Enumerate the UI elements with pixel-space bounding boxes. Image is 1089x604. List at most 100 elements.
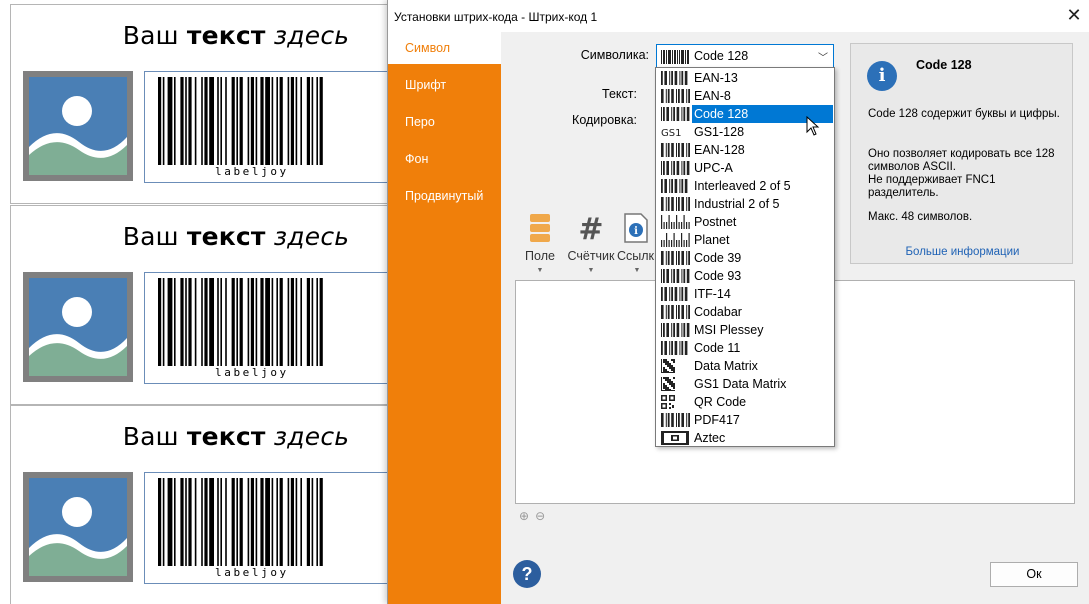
ok-button[interactable]: Ок	[990, 562, 1078, 587]
dropdown-option[interactable]: Code 93	[657, 267, 833, 285]
dropdown-option[interactable]: Data Matrix	[657, 357, 833, 375]
label-title-plain: Ваш	[122, 422, 179, 451]
dropdown-option[interactable]: Interleaved 2 of 5	[657, 177, 833, 195]
dropdown-option-label: MSI Plessey	[694, 323, 764, 337]
text-label: Текст:	[602, 87, 637, 101]
counter-tool-button[interactable]: # Счётчик ▼	[566, 207, 616, 277]
dropdown-option-label: Aztec	[694, 431, 726, 445]
sidebar-item-1[interactable]: Шрифт	[388, 69, 501, 101]
dropdown-option[interactable]: EAN-13	[657, 69, 833, 87]
label-title-plain: Ваш	[122, 21, 179, 50]
help-button[interactable]: ?	[513, 560, 541, 588]
svg-text:i: i	[634, 226, 638, 237]
barcode-type-icon	[661, 287, 688, 301]
dropdown-option-label: ITF-14	[694, 287, 731, 301]
dropdown-option[interactable]: MSI Plessey	[657, 321, 833, 339]
symbology-label: Символика:	[580, 48, 649, 62]
sidebar-item-4[interactable]: Продвинутый	[388, 180, 501, 212]
barcode-type-icon	[661, 215, 690, 229]
dropdown-option[interactable]: QR Code	[657, 393, 833, 411]
more-info-link[interactable]: Больше информации	[851, 246, 1074, 258]
dropdown-option[interactable]: Code 39	[657, 249, 833, 267]
dropdown-option-label: Code 93	[694, 269, 742, 283]
info-title: Code 128	[916, 58, 972, 72]
dropdown-option-label: PDF417	[694, 413, 740, 427]
barcode-type-icon	[661, 377, 675, 391]
close-button[interactable]: ✕	[1062, 5, 1086, 29]
dropdown-option[interactable]: Code 11	[657, 339, 833, 357]
info-ascii-note: Оно позволяет кодировать все 128 символо…	[868, 148, 1055, 199]
hash-icon: #	[578, 212, 603, 244]
barcode-image: labeljoy	[144, 472, 389, 584]
image-placeholder-icon	[23, 272, 133, 382]
symbology-value: Code 128	[694, 49, 749, 63]
chevron-down-icon: ﹀	[818, 53, 828, 64]
dropdown-option-label: Codabar	[694, 305, 742, 319]
dropdown-option-label: Industrial 2 of 5	[694, 197, 780, 211]
label-title: Ваш текст здесь	[11, 21, 389, 50]
barcode-type-icon	[661, 143, 690, 157]
label-title-bold: текст	[186, 422, 266, 451]
dropdown-option[interactable]: PDF417	[657, 411, 833, 429]
barcode-text: labeljoy	[215, 366, 289, 379]
caret-down-icon: ▼	[536, 267, 544, 274]
dropdown-option[interactable]: GS1 Data Matrix	[657, 375, 833, 393]
dropdown-option-label: EAN-128	[694, 143, 745, 157]
dropdown-option-label: Code 11	[694, 341, 741, 355]
field-tool-label: Поле	[525, 249, 555, 263]
database-icon	[530, 214, 550, 242]
dropdown-option[interactable]: UPC-A	[657, 159, 833, 177]
barcode-image: labeljoy	[144, 71, 389, 183]
barcode-type-icon	[661, 161, 690, 175]
dialog-title: Установки штрих-кода - Штрих-код 1	[394, 10, 598, 24]
dialog-titlebar: Установки штрих-кода - Штрих-код 1 ✕	[388, 0, 1089, 32]
dropdown-option[interactable]: Codabar	[657, 303, 833, 321]
svg-text:#: #	[578, 212, 603, 244]
counter-tool-label: Счётчик	[567, 249, 615, 263]
zoom-out-icon[interactable]: ⊖	[535, 509, 545, 523]
label-card: Ваш текст здесь labeljoy	[10, 205, 390, 405]
barcode-image: labeljoy	[144, 272, 389, 384]
link-tool-button[interactable]: i Ссылк ▼	[617, 207, 657, 277]
settings-sidebar: Символ Шрифт Перо Фон Продвинутый	[388, 32, 501, 604]
dropdown-option[interactable]: ITF-14	[657, 285, 833, 303]
image-placeholder-icon	[23, 71, 133, 181]
sidebar-item-2[interactable]: Перо	[388, 106, 501, 138]
symbology-select[interactable]: Code 128 ﹀	[656, 44, 834, 68]
barcode-type-icon	[661, 413, 690, 427]
zoom-in-icon[interactable]: ⊕	[519, 509, 529, 523]
dropdown-option[interactable]: EAN-8	[657, 87, 833, 105]
zoom-controls: ⊕ ⊖	[519, 509, 551, 523]
sidebar-item-3[interactable]: Фон	[388, 143, 501, 175]
dropdown-option[interactable]: Postnet	[657, 213, 833, 231]
label-card: Ваш текст здесь labeljoy	[10, 405, 390, 604]
dropdown-option[interactable]: EAN-128	[657, 141, 833, 159]
dropdown-option-label: Postnet	[694, 215, 737, 229]
dropdown-option-label: Planet	[694, 233, 730, 247]
dropdown-option[interactable]: Industrial 2 of 5	[657, 195, 833, 213]
screen: Ваш текст здесь labeljoy Ваш текст здесь la…	[0, 0, 1089, 604]
encoding-label: Кодировка:	[572, 113, 637, 127]
info-panel: i Code 128 Code 128 содержит буквы и циф…	[850, 43, 1073, 264]
link-tool-label: Ссылк	[617, 249, 655, 263]
dropdown-option-label: Interleaved 2 of 5	[694, 179, 791, 193]
dropdown-option-label: GS1 Data Matrix	[694, 377, 787, 391]
dropdown-option-label: QR Code	[694, 395, 747, 409]
field-tool-button[interactable]: Поле ▼	[515, 207, 565, 277]
caret-down-icon: ▼	[633, 267, 641, 274]
svg-text:GS1: GS1	[661, 128, 681, 139]
dropdown-option[interactable]: Planet	[657, 231, 833, 249]
document-info-icon: i	[624, 213, 648, 243]
label-card: Ваш текст здесь labeljoy	[10, 4, 390, 204]
label-title-italic: здесь	[273, 422, 350, 451]
sidebar-item-0[interactable]: Символ	[388, 32, 501, 64]
barcode-text: labeljoy	[215, 566, 289, 579]
label-title-italic: здесь	[273, 222, 350, 251]
dropdown-option-label: Code 39	[694, 251, 742, 265]
dropdown-option-label: EAN-13	[694, 71, 738, 85]
label-sheet: Ваш текст здесь labeljoy Ваш текст здесь la…	[0, 0, 390, 604]
info-max-chars: Макс. 48 символов.	[868, 211, 973, 223]
barcode-type-icon	[661, 89, 690, 103]
dropdown-option[interactable]: Aztec	[657, 429, 833, 446]
barcode-type-icon: GS1	[661, 128, 681, 139]
